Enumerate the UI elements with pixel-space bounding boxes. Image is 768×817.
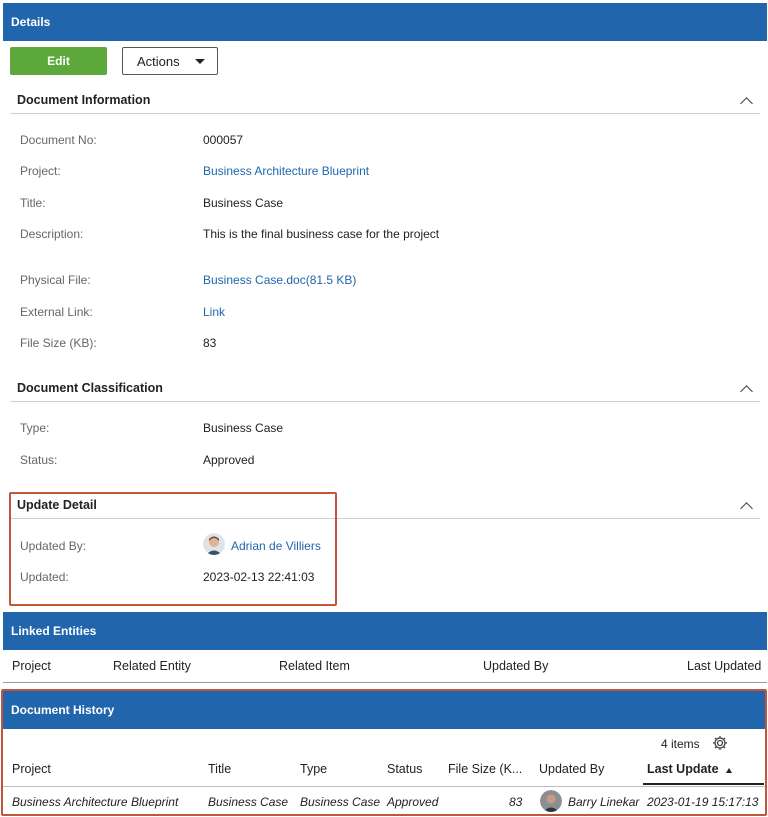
col-related-entity[interactable]: Related Entity <box>113 659 191 673</box>
type-label: Type: <box>20 421 50 435</box>
document-no-label: Document No: <box>20 133 97 147</box>
file-size-value: 83 <box>203 336 217 350</box>
section-divider <box>10 401 760 402</box>
update-detail-highlight <box>9 492 337 606</box>
section-document-information: Document Information <box>17 93 151 107</box>
physical-file-link[interactable]: Business Case.doc(81.5 KB) <box>203 273 356 287</box>
type-value: Business Case <box>203 421 284 435</box>
chevron-up-icon[interactable] <box>740 502 753 515</box>
linked-entities-header: Linked Entities <box>3 612 767 650</box>
file-size-label: File Size (KB): <box>20 336 97 350</box>
document-no-value: 000057 <box>203 133 244 147</box>
title-value: Business Case <box>203 196 284 210</box>
description-label: Description: <box>20 227 84 241</box>
col-related-item[interactable]: Related Item <box>279 659 350 673</box>
caret-down-icon <box>195 59 205 64</box>
section-divider <box>10 113 760 114</box>
table-header-divider <box>3 682 767 683</box>
chevron-up-icon[interactable] <box>740 97 753 110</box>
project-label: Project: <box>20 164 61 178</box>
project-link[interactable]: Business Architecture Blueprint <box>203 164 369 178</box>
col-last-updated[interactable]: Last Updated <box>687 659 761 673</box>
status-value: Approved <box>203 453 255 467</box>
document-history-highlight <box>1 689 767 816</box>
external-link[interactable]: Link <box>203 305 225 319</box>
title-label: Title: <box>20 196 46 210</box>
col-updated-by[interactable]: Updated By <box>483 659 548 673</box>
physical-file-label: Physical File: <box>20 273 91 287</box>
description-value: This is the final business case for the … <box>203 227 440 241</box>
details-header: Details <box>3 3 767 41</box>
actions-dropdown-button[interactable]: Actions <box>122 47 218 75</box>
actions-label: Actions <box>137 53 180 69</box>
status-label: Status: <box>20 453 58 467</box>
section-document-classification: Document Classification <box>17 381 163 395</box>
chevron-up-icon[interactable] <box>740 385 753 398</box>
external-link-label: External Link: <box>20 305 93 319</box>
col-project[interactable]: Project <box>12 659 51 673</box>
edit-button[interactable]: Edit <box>10 47 107 75</box>
